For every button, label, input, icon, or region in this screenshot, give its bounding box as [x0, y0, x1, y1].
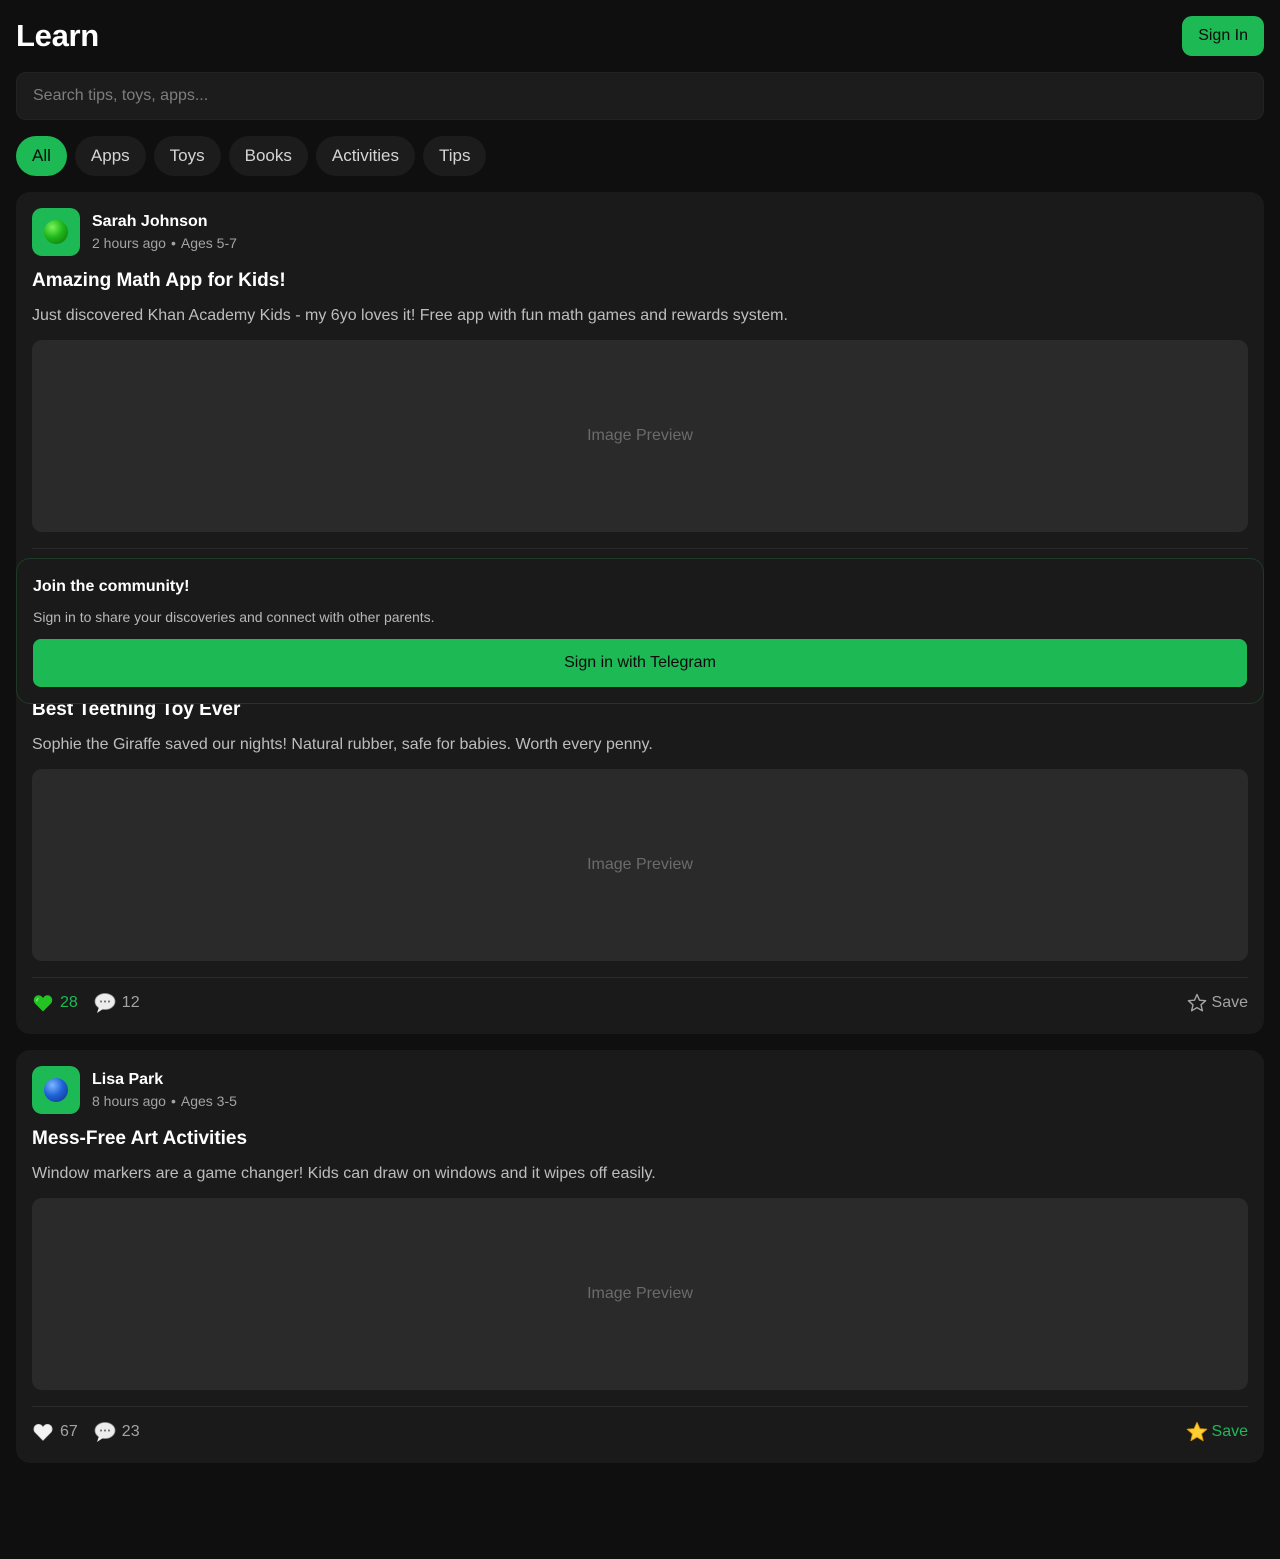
filter-chip-activities[interactable]: Activities: [315, 136, 415, 176]
comment-count: 23: [121, 1423, 140, 1440]
save-label: Save: [1211, 1423, 1248, 1440]
like-button[interactable]: 67: [32, 1421, 78, 1443]
join-community-banner: Join the community! Sign in to share you…: [16, 558, 1264, 704]
join-title: Join the community!: [33, 578, 190, 595]
post-body: Just discovered Khan Academy Kids - my 6…: [32, 307, 788, 324]
avatar: [32, 1066, 80, 1114]
comment-count: 12: [121, 994, 140, 1011]
age-range: Ages 3-5: [180, 1093, 237, 1109]
post-time: 2 hours ago: [92, 235, 166, 251]
image-preview-label: Image Preview: [587, 1285, 693, 1302]
search-bar: [16, 72, 1264, 120]
post-title: Mess-Free Art Activities: [32, 1128, 248, 1149]
header: Learn Sign In: [16, 16, 1264, 56]
filter-chip-all[interactable]: All: [16, 136, 67, 176]
post-actions: 67 23 Save: [32, 1420, 1248, 1444]
author-name: Sarah Johnson: [92, 213, 208, 230]
avatar: [32, 208, 80, 256]
age-range: Ages 5-7: [180, 235, 237, 251]
like-count: 28: [60, 994, 78, 1011]
sign-in-telegram-button[interactable]: Sign in with Telegram: [33, 639, 1247, 687]
post-body: Window markers are a game changer! Kids …: [32, 1165, 656, 1182]
author-name: Lisa Park: [92, 1071, 164, 1088]
join-subtitle: Sign in to share your discoveries and co…: [33, 609, 435, 625]
like-count: 67: [60, 1423, 78, 1440]
star-filled-icon: [1186, 1421, 1208, 1443]
save-button[interactable]: Save: [1186, 1421, 1248, 1443]
image-preview-label: Image Preview: [587, 427, 693, 444]
filter-chip-toys[interactable]: Toys: [153, 136, 221, 176]
white-heart-icon: [32, 1421, 54, 1443]
post-card: Lisa Park 8 hours ago • Ages 3-5 Mess-Free…: [16, 1050, 1264, 1463]
filter-chip-tips[interactable]: Tips: [422, 136, 487, 176]
divider: [32, 548, 1248, 549]
post-body: Sophie the Giraffe saved our nights! Nat…: [32, 736, 653, 753]
speech-bubble-icon: [94, 992, 116, 1014]
image-preview: Image Preview: [32, 769, 1248, 961]
blue-ball-icon: [44, 1078, 68, 1102]
author-info: Sarah Johnson 2 hours ago • Ages 5-7: [92, 213, 237, 251]
filter-chips: All Apps Toys Books Activities Tips: [16, 136, 487, 176]
divider: [32, 977, 1248, 978]
post-title: Amazing Math App for Kids!: [32, 270, 286, 291]
green-ball-icon: [44, 220, 68, 244]
save-label: Save: [1211, 994, 1248, 1011]
filter-chip-books[interactable]: Books: [228, 136, 308, 176]
like-button[interactable]: 28: [32, 992, 78, 1014]
meta-separator: •: [170, 1093, 176, 1109]
star-outline-icon: [1186, 992, 1208, 1014]
post-meta: 8 hours ago • Ages 3-5: [92, 1093, 237, 1109]
meta-separator: •: [170, 235, 176, 251]
divider: [32, 1406, 1248, 1407]
search-input[interactable]: [33, 87, 1247, 105]
author-row: Sarah Johnson 2 hours ago • Ages 5-7: [32, 208, 237, 256]
speech-bubble-icon: [94, 1421, 116, 1443]
filter-chip-apps[interactable]: Apps: [74, 136, 146, 176]
post-meta: 2 hours ago • Ages 5-7: [92, 235, 237, 251]
author-row: Lisa Park 8 hours ago • Ages 3-5: [32, 1066, 237, 1114]
green-heart-icon: [32, 992, 54, 1014]
page-title: Learn: [16, 18, 99, 53]
author-info: Lisa Park 8 hours ago • Ages 3-5: [92, 1071, 237, 1109]
comment-button[interactable]: 23: [94, 1421, 140, 1443]
comment-button[interactable]: 12: [94, 992, 140, 1014]
post-time: 8 hours ago: [92, 1093, 166, 1109]
image-preview-label: Image Preview: [587, 856, 693, 873]
save-button[interactable]: Save: [1186, 992, 1248, 1014]
post-actions: 28 12 Save: [32, 991, 1248, 1015]
learn-page: Learn Sign In All Apps Toys Books Activi…: [0, 0, 1280, 1559]
image-preview: Image Preview: [32, 340, 1248, 532]
sign-in-button[interactable]: Sign In: [1182, 16, 1264, 56]
image-preview: Image Preview: [32, 1198, 1248, 1390]
